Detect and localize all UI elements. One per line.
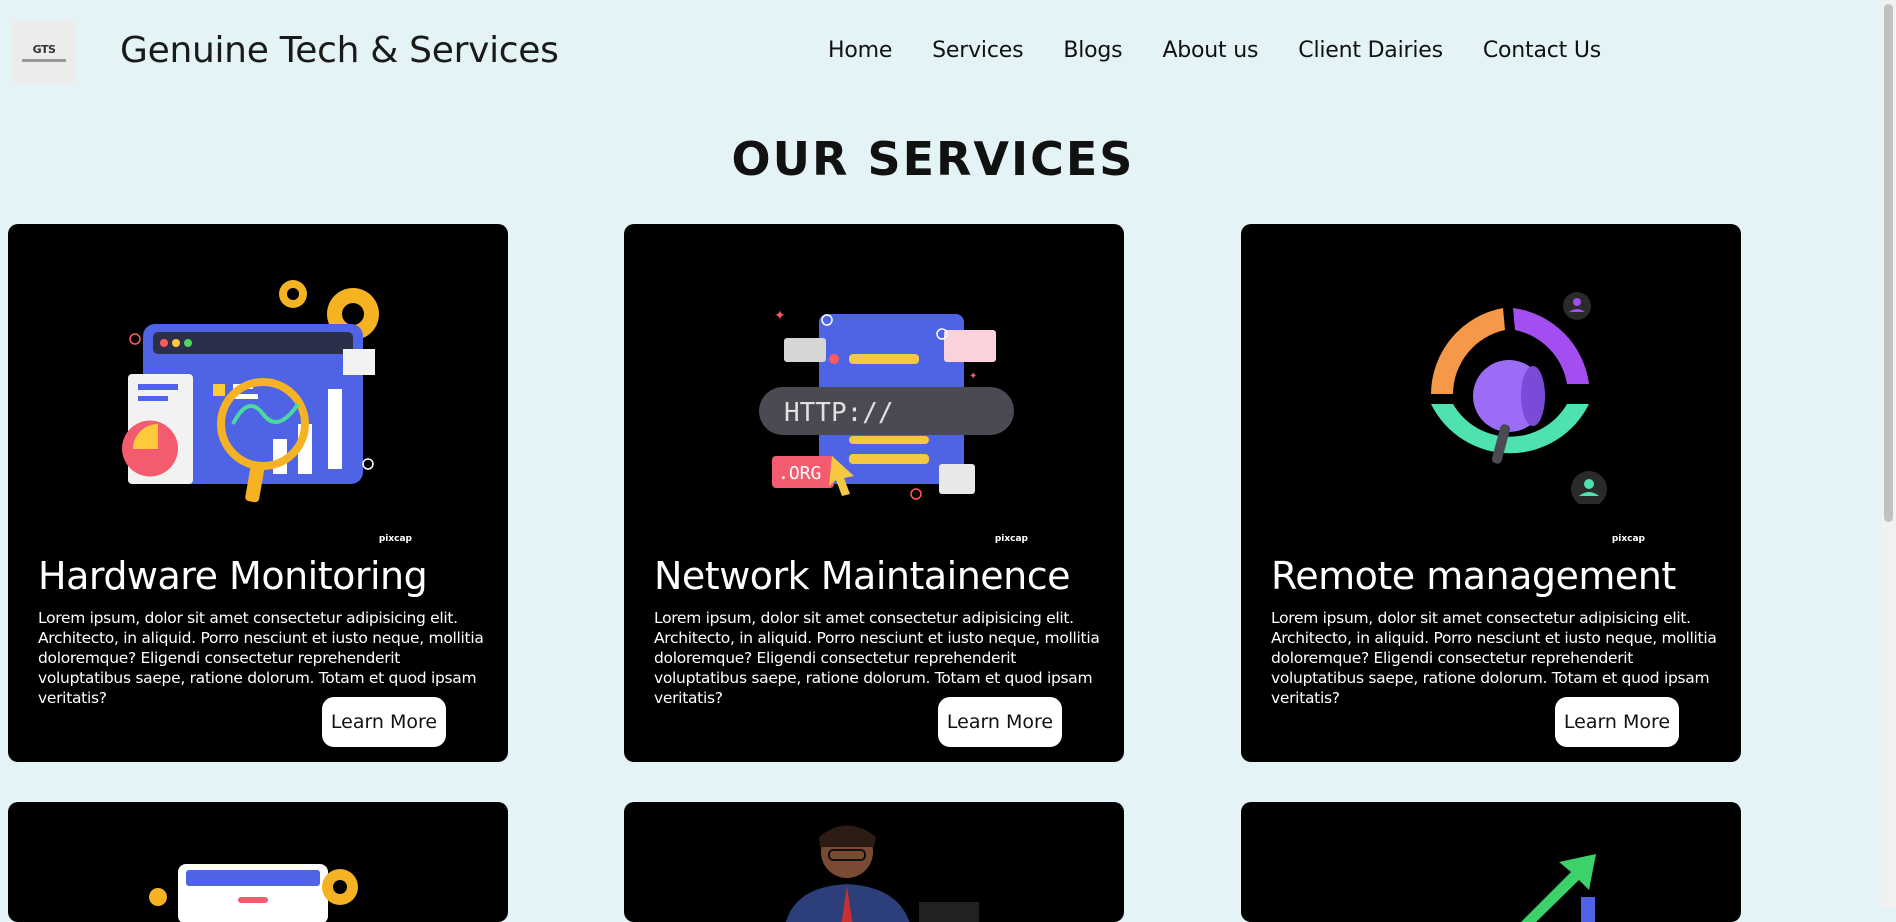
nav-client-dairies[interactable]: Client Dairies bbox=[1298, 38, 1443, 63]
section-title: OUR SERVICES bbox=[731, 132, 1135, 186]
http-label: HTTP:// bbox=[784, 398, 894, 428]
service-card-remote-management: pixcap Remote management Lorem ipsum, do… bbox=[1241, 224, 1741, 762]
pixcap-watermark: pixcap bbox=[378, 534, 412, 544]
brand-name[interactable]: Genuine Tech & Services bbox=[120, 30, 559, 71]
logo-mark: GTS bbox=[32, 42, 56, 56]
service-card-hardware-monitoring: pixcap Hardware Monitoring Lorem ipsum, … bbox=[8, 224, 508, 762]
card-description: Lorem ipsum, dolor sit amet consectetur … bbox=[38, 609, 484, 707]
learn-more-button[interactable]: Learn More bbox=[938, 697, 1062, 747]
learn-more-button[interactable]: Learn More bbox=[322, 697, 446, 747]
logo-tagline-line bbox=[22, 58, 66, 62]
service-card-row2-1 bbox=[8, 802, 508, 922]
service-card-network-maintainence: HTTP:// .ORG ✦ ✦ pixcap Network Maintain… bbox=[624, 224, 1124, 762]
card-description: Lorem ipsum, dolor sit amet consectetur … bbox=[1271, 609, 1717, 707]
learn-more-button[interactable]: Learn More bbox=[1555, 697, 1679, 747]
megaphone-donut-icon bbox=[1431, 292, 1607, 504]
service-card-row2-3 bbox=[1241, 802, 1741, 922]
growth-arrow-icon bbox=[1521, 854, 1596, 922]
page-scrollbar[interactable] bbox=[1881, 0, 1896, 908]
dashboard-magnifier-icon bbox=[122, 280, 379, 503]
svg-text:✦: ✦ bbox=[774, 308, 786, 324]
server-http-icon: HTTP:// .ORG ✦ ✦ bbox=[759, 308, 1014, 500]
site-header: GTS Genuine Tech & Services Home Service… bbox=[0, 0, 1896, 104]
card-description: Lorem ipsum, dolor sit amet consectetur … bbox=[654, 609, 1100, 707]
svg-text:✦: ✦ bbox=[969, 371, 977, 382]
card-title: Remote management bbox=[1271, 554, 1676, 598]
site-logo[interactable]: GTS bbox=[12, 20, 76, 84]
nav-services[interactable]: Services bbox=[932, 38, 1023, 63]
nav-blogs[interactable]: Blogs bbox=[1063, 38, 1122, 63]
dashboard-gear-icon bbox=[149, 864, 358, 922]
businessman-icon bbox=[786, 825, 979, 922]
main-nav: Home Services Blogs About us Client Dair… bbox=[828, 38, 1641, 63]
nav-home[interactable]: Home bbox=[828, 38, 892, 63]
pixcap-watermark: pixcap bbox=[1611, 534, 1645, 544]
scrollbar-thumb[interactable] bbox=[1884, 4, 1893, 522]
card-title: Network Maintainence bbox=[654, 554, 1071, 598]
nav-contact-us[interactable]: Contact Us bbox=[1483, 38, 1601, 63]
org-label: .ORG bbox=[778, 463, 821, 484]
service-card-row2-2 bbox=[624, 802, 1124, 922]
pixcap-watermark: pixcap bbox=[994, 534, 1028, 544]
nav-about-us[interactable]: About us bbox=[1162, 38, 1258, 63]
card-title: Hardware Monitoring bbox=[38, 554, 428, 598]
